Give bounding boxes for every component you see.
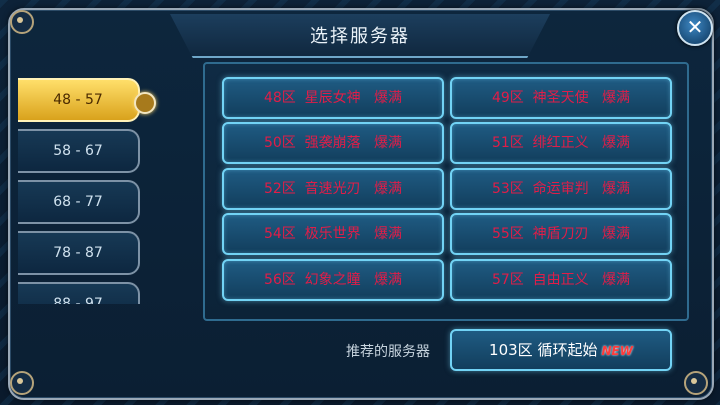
server-button[interactable]: 51区 绯红正义 爆满 (450, 122, 672, 164)
close-icon[interactable]: ✕ (677, 10, 713, 46)
server-button[interactable]: 56区 幻象之瞳 爆满 (222, 259, 444, 301)
server-button[interactable]: 52区 音速光刃 爆满 (222, 168, 444, 210)
recommended-server-button[interactable]: 103区 循环起始 NEW (450, 329, 672, 371)
range-tab-88-97[interactable]: 88 - 97 (18, 282, 140, 304)
corner-ornament-icon (10, 10, 34, 34)
active-tab-indicator-icon (134, 92, 156, 114)
server-button[interactable]: 57区 自由正义 爆满 (450, 259, 672, 301)
new-badge: NEW (601, 344, 633, 358)
server-button[interactable]: 49区 神圣天使 爆满 (450, 77, 672, 119)
range-tab-78-87[interactable]: 78 - 87 (18, 231, 140, 275)
corner-ornament-icon (10, 371, 34, 395)
recommended-server-label: 推荐的服务器 (346, 344, 430, 360)
range-tab-48-57[interactable]: 48 - 57 (18, 78, 140, 122)
server-button[interactable]: 53区 命运审判 爆满 (450, 168, 672, 210)
server-button[interactable]: 50区 强袭崩落 爆满 (222, 122, 444, 164)
server-button[interactable]: 48区 星辰女神 爆满 (222, 77, 444, 119)
server-button[interactable]: 54区 极乐世界 爆满 (222, 213, 444, 255)
corner-ornament-icon (684, 371, 708, 395)
range-tab-58-67[interactable]: 58 - 67 (18, 129, 140, 173)
range-tab-68-77[interactable]: 68 - 77 (18, 180, 140, 224)
server-button[interactable]: 55区 神盾刀刃 爆满 (450, 213, 672, 255)
dialog-title: 选择服务器 (310, 26, 410, 47)
recommended-server-name: 103区 循环起始 (489, 341, 598, 359)
